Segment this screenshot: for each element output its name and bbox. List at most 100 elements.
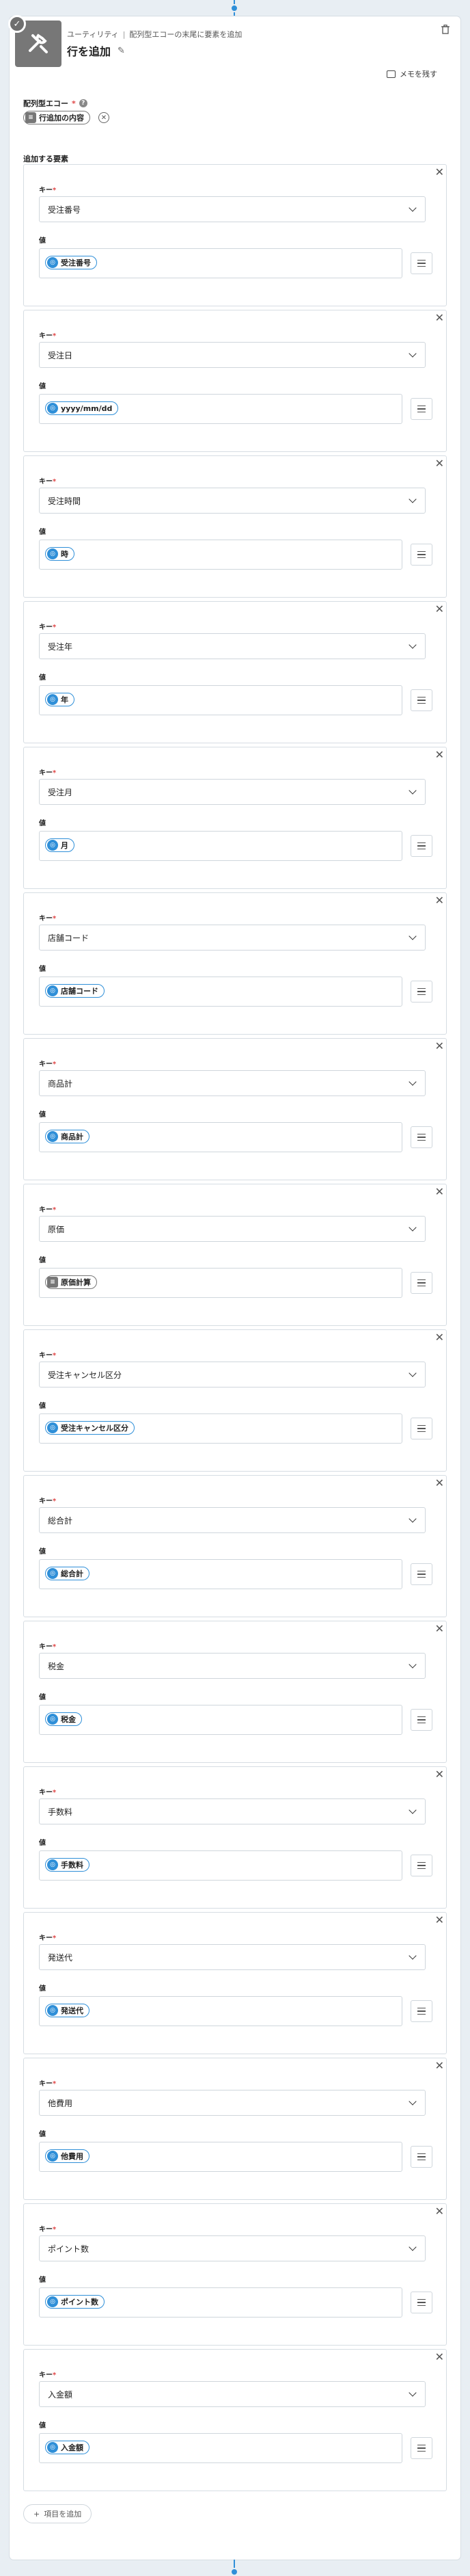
close-icon[interactable]: ✕ <box>435 748 444 761</box>
variable-list-button[interactable] <box>411 1418 432 1439</box>
close-icon[interactable]: ✕ <box>435 2205 444 2218</box>
value-input[interactable]: ◎ 月 <box>39 831 402 861</box>
variable-icon: ◎ <box>47 694 58 705</box>
variable-list-button[interactable] <box>411 689 432 711</box>
variable-list-button[interactable] <box>411 1855 432 1876</box>
key-select[interactable]: 総合計 <box>39 1507 426 1533</box>
close-icon[interactable]: ✕ <box>435 1476 444 1489</box>
value-pill[interactable]: ◎ 受注番号 <box>45 256 97 269</box>
variable-list-button[interactable] <box>411 835 432 857</box>
key-select[interactable]: 商品計 <box>39 1070 426 1096</box>
variable-list-button[interactable] <box>411 2000 432 2022</box>
variable-list-button[interactable] <box>411 1272 432 1294</box>
remove-pill-icon[interactable]: ✕ <box>98 112 109 123</box>
value-pill[interactable]: ◎ 税金 <box>45 1712 82 1726</box>
value-input[interactable]: ◎ yyyy/mm/dd <box>39 394 402 424</box>
value-input[interactable]: ◎ 税金 <box>39 1705 402 1735</box>
close-icon[interactable]: ✕ <box>435 165 444 178</box>
value-pill[interactable]: ◎ yyyy/mm/dd <box>45 401 119 415</box>
close-icon[interactable]: ✕ <box>435 1331 444 1344</box>
value-pill-label: 受注番号 <box>61 258 91 267</box>
close-icon[interactable]: ✕ <box>435 1039 444 1052</box>
key-select[interactable]: 受注日 <box>39 342 426 368</box>
variable-list-button[interactable] <box>411 544 432 566</box>
close-icon[interactable]: ✕ <box>435 602 444 615</box>
element-item: ✕ キー* 他費用値 ◎ 他費用 <box>23 2058 447 2200</box>
variable-list-button[interactable] <box>411 1126 432 1148</box>
value-pill-label: 時 <box>61 550 68 559</box>
value-pill[interactable]: ◎ 年 <box>45 693 74 706</box>
value-pill[interactable]: ◎ 時 <box>45 547 74 561</box>
value-pill[interactable]: ◎ 店舗コード <box>45 984 105 998</box>
value-pill[interactable]: ≡ 原価計算 <box>45 1275 97 1289</box>
key-select[interactable]: 税金 <box>39 1653 426 1679</box>
trash-icon[interactable] <box>441 25 450 37</box>
memo-toggle[interactable]: メモを残す <box>387 68 437 79</box>
chevron-down-icon <box>409 1806 417 1814</box>
close-icon[interactable]: ✕ <box>435 2059 444 2072</box>
key-select[interactable]: 発送代 <box>39 1944 426 1970</box>
help-icon[interactable]: ? <box>79 99 87 107</box>
key-select[interactable]: 受注キャンセル区分 <box>39 1362 426 1387</box>
key-select[interactable]: 手数料 <box>39 1798 426 1824</box>
close-icon[interactable]: ✕ <box>435 1768 444 1781</box>
variable-list-button[interactable] <box>411 398 432 420</box>
array-field-pill[interactable]: ≡ 行追加の内容 <box>23 111 90 124</box>
value-pill[interactable]: ◎ 手数料 <box>45 1858 89 1872</box>
variable-list-button[interactable] <box>411 2146 432 2168</box>
close-icon[interactable]: ✕ <box>435 457 444 470</box>
value-pill[interactable]: ◎ 発送代 <box>45 2004 89 2017</box>
key-select[interactable]: 受注年 <box>39 633 426 659</box>
list-variable-icon: ≡ <box>47 1277 58 1288</box>
key-select[interactable]: ポイント数 <box>39 2235 426 2261</box>
close-icon[interactable]: ✕ <box>435 1622 444 1635</box>
close-icon[interactable]: ✕ <box>435 2350 444 2363</box>
value-input[interactable]: ◎ 受注番号 <box>39 248 402 278</box>
variable-list-button[interactable] <box>411 252 432 274</box>
close-icon[interactable]: ✕ <box>435 311 444 324</box>
value-input[interactable]: ◎ 発送代 <box>39 1996 402 2026</box>
value-input[interactable]: ◎ 受注キャンセル区分 <box>39 1413 402 1444</box>
element-item: ✕ キー* 受注年値 ◎ 年 <box>23 601 447 743</box>
add-item-button[interactable]: + 項目を追加 <box>23 2504 92 2523</box>
value-input[interactable]: ◎ 商品計 <box>39 1122 402 1152</box>
value-pill[interactable]: ◎ 月 <box>45 838 74 852</box>
close-icon[interactable]: ✕ <box>435 1185 444 1198</box>
variable-list-button[interactable] <box>411 2292 432 2313</box>
key-select[interactable]: 受注時間 <box>39 488 426 514</box>
flow-connector-dot-top <box>230 4 238 12</box>
variable-list-button[interactable] <box>411 981 432 1002</box>
key-select[interactable]: 原価 <box>39 1216 426 1242</box>
required-mark: * <box>53 2080 57 2088</box>
key-select[interactable]: 受注番号 <box>39 196 426 222</box>
value-input[interactable]: ◎ 時 <box>39 540 402 570</box>
value-pill[interactable]: ◎ 総合計 <box>45 1567 89 1580</box>
chevron-down-icon <box>409 1078 417 1086</box>
value-pill[interactable]: ◎ 他費用 <box>45 2149 89 2163</box>
pencil-icon[interactable]: ✎ <box>118 46 125 56</box>
value-pill[interactable]: ◎ 受注キャンセル区分 <box>45 1421 135 1435</box>
variable-list-button[interactable] <box>411 1709 432 1731</box>
value-pill[interactable]: ◎ 入金額 <box>45 2441 89 2454</box>
value-input[interactable]: ◎ 手数料 <box>39 1850 402 1881</box>
key-select[interactable]: 受注月 <box>39 779 426 805</box>
value-pill[interactable]: ◎ 商品計 <box>45 1130 89 1143</box>
key-select[interactable]: 店舗コード <box>39 925 426 951</box>
value-input[interactable]: ◎ 年 <box>39 685 402 715</box>
variable-list-button[interactable] <box>411 2437 432 2459</box>
chevron-down-icon <box>409 786 417 795</box>
key-select[interactable]: 入金額 <box>39 2381 426 2407</box>
value-input[interactable]: ◎ 店舗コード <box>39 977 402 1007</box>
value-pill[interactable]: ◎ ポイント数 <box>45 2295 105 2309</box>
value-input[interactable]: ◎ 総合計 <box>39 1559 402 1589</box>
key-label: キー* <box>39 1204 56 1214</box>
value-input[interactable]: ≡ 原価計算 <box>39 1268 402 1298</box>
variable-list-button[interactable] <box>411 1563 432 1585</box>
close-icon[interactable]: ✕ <box>435 1913 444 1926</box>
close-icon[interactable]: ✕ <box>435 894 444 907</box>
key-select[interactable]: 他費用 <box>39 2090 426 2116</box>
key-label-text: キー <box>39 1352 53 1359</box>
value-input[interactable]: ◎ ポイント数 <box>39 2287 402 2318</box>
value-input[interactable]: ◎ 他費用 <box>39 2142 402 2172</box>
value-input[interactable]: ◎ 入金額 <box>39 2433 402 2463</box>
